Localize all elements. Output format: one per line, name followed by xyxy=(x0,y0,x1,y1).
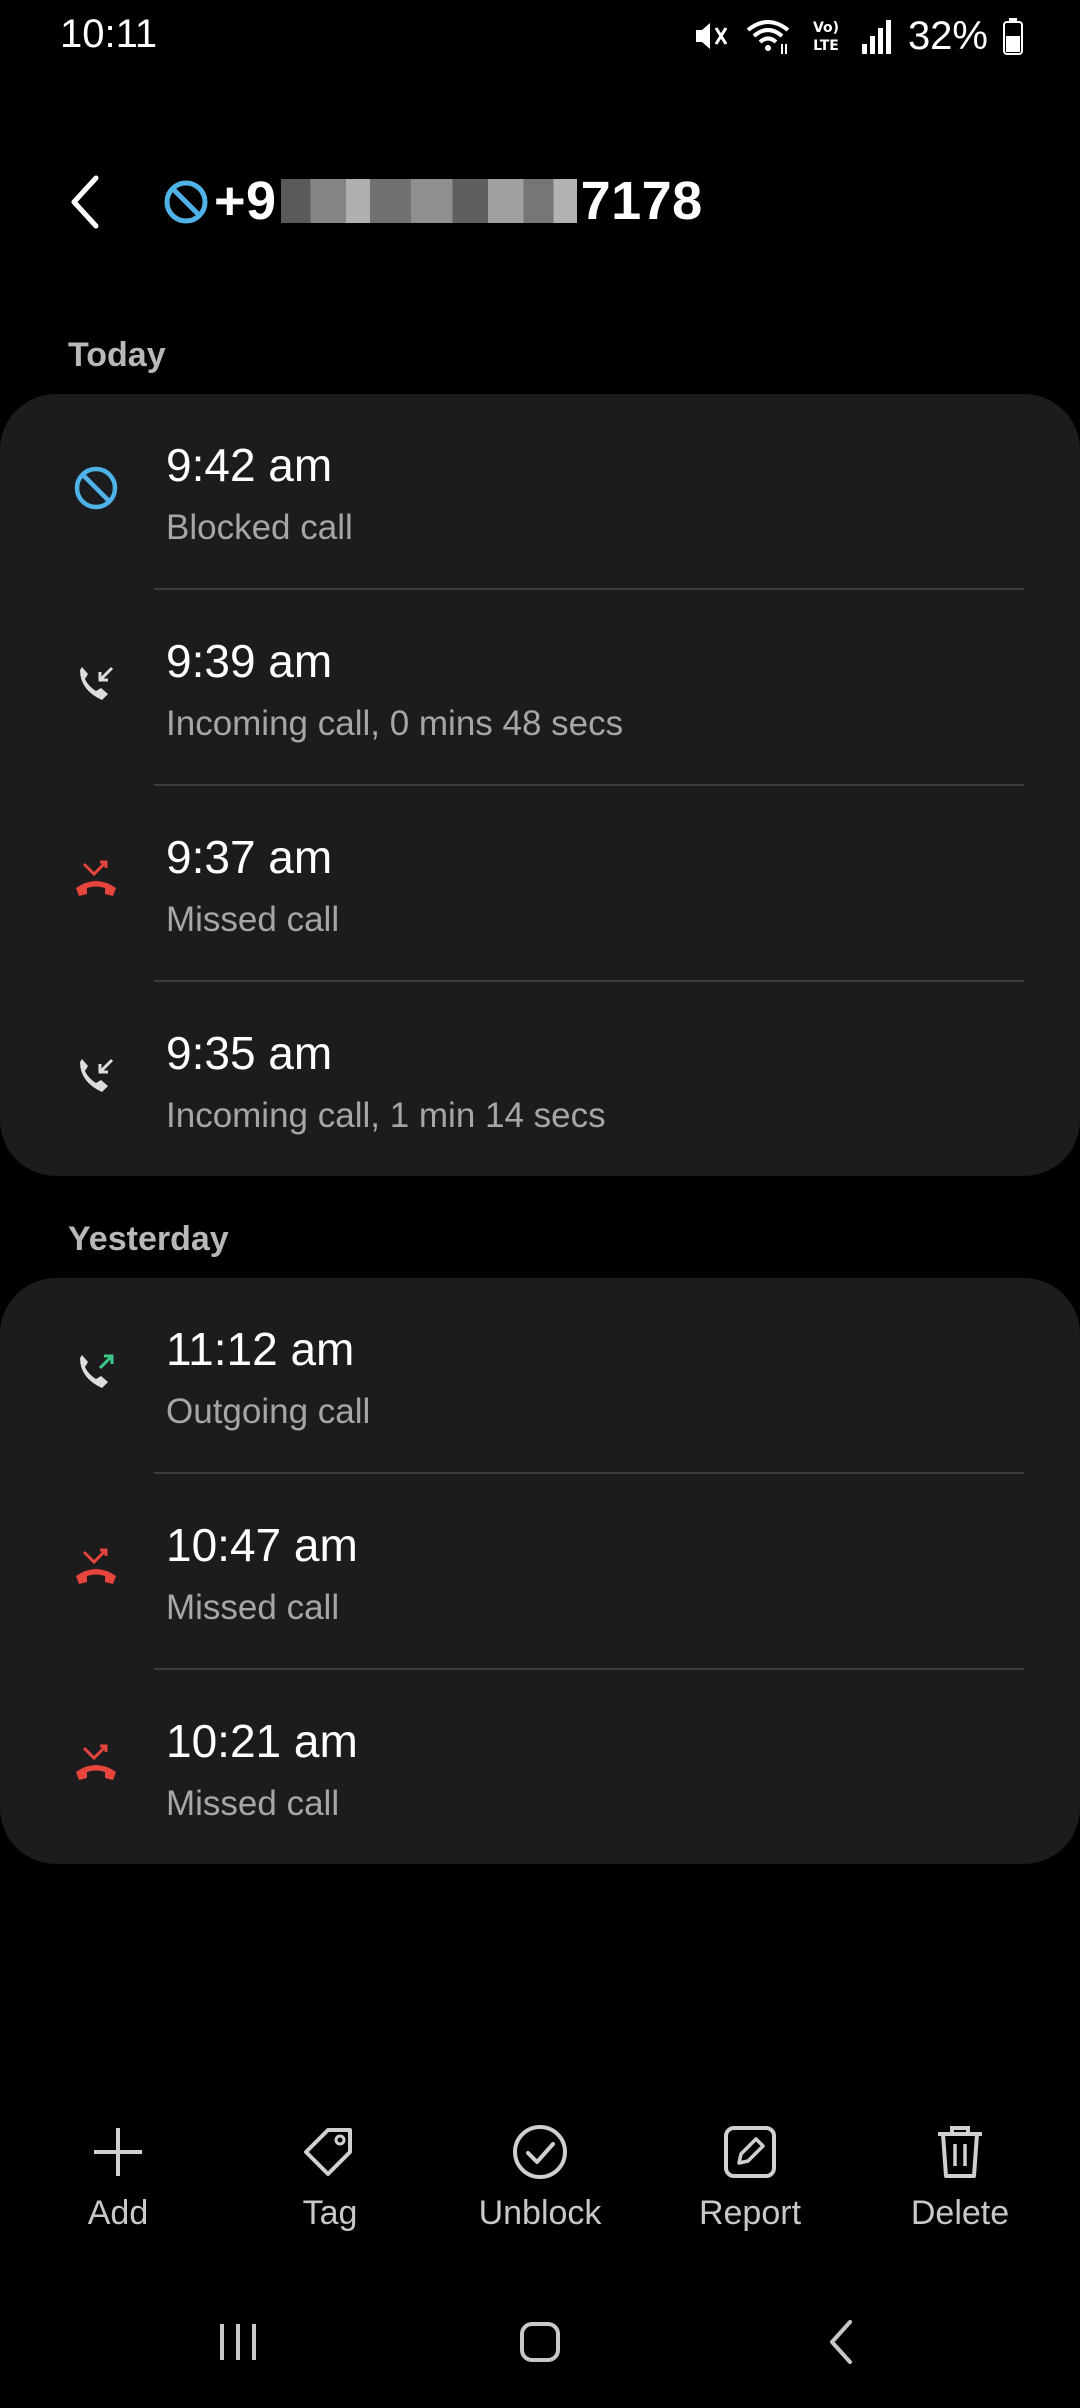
call-row[interactable]: 9:35 am Incoming call, 1 min 14 secs xyxy=(0,982,1080,1178)
header: +9 7178 xyxy=(0,150,1080,254)
unblock-button[interactable]: Unblock xyxy=(450,2120,630,2233)
navigation-bar xyxy=(0,2300,1080,2380)
call-detail: Missed call xyxy=(166,900,340,939)
action-bar: Add Tag Unblock Report Delete xyxy=(0,2120,1080,2260)
incoming-call-icon xyxy=(72,1052,120,1100)
call-row[interactable]: 9:42 am Blocked call xyxy=(0,394,1080,590)
call-time: 10:47 am xyxy=(166,1519,358,1571)
add-button[interactable]: Add xyxy=(28,2120,208,2233)
signal-icon xyxy=(860,16,894,56)
delete-label: Delete xyxy=(910,2194,1010,2232)
blocked-call-icon xyxy=(72,464,120,512)
add-label: Add xyxy=(87,2194,149,2232)
status-time: 10:11 xyxy=(60,12,158,56)
section-title-today: Today xyxy=(68,336,166,374)
call-detail: Outgoing call xyxy=(166,1392,371,1431)
call-time: 9:42 am xyxy=(166,439,333,491)
wifi-icon xyxy=(744,16,792,56)
tag-icon xyxy=(298,2120,362,2184)
status-bar: 10:11 Vo) LTE 32% xyxy=(0,0,1080,72)
battery-percentage: 32% xyxy=(907,13,988,58)
unblock-label: Unblock xyxy=(478,2194,602,2232)
phone-number-prefix: +9 xyxy=(214,171,277,231)
blocked-icon xyxy=(162,178,210,231)
volte-icon: Vo) LTE xyxy=(806,16,846,56)
call-row[interactable]: 10:47 am Missed call xyxy=(0,1474,1080,1670)
call-row[interactable]: 9:39 am Incoming call, 0 mins 48 secs xyxy=(0,590,1080,786)
battery-icon xyxy=(1002,16,1024,56)
call-time: 11:12 am xyxy=(166,1323,355,1375)
home-icon xyxy=(520,2322,560,2362)
call-list-today: 9:42 am Blocked call 9:39 am Incoming ca… xyxy=(0,394,1080,1176)
call-time: 10:21 am xyxy=(166,1715,358,1767)
missed-call-icon xyxy=(72,1740,120,1788)
outgoing-call-icon xyxy=(72,1348,120,1396)
recents-button[interactable] xyxy=(198,2310,278,2374)
missed-call-icon xyxy=(72,1544,120,1592)
report-icon xyxy=(718,2120,782,2184)
phone-number-suffix: 7178 xyxy=(580,171,703,231)
plus-icon xyxy=(86,2120,150,2184)
mute-icon xyxy=(690,16,730,56)
call-time: 9:37 am xyxy=(166,831,333,883)
back-icon xyxy=(830,2320,852,2364)
check-circle-icon xyxy=(508,2120,572,2184)
call-detail: Missed call xyxy=(166,1784,340,1823)
phone-number: +9 7178 xyxy=(214,168,703,234)
call-detail: Incoming call, 1 min 14 secs xyxy=(166,1096,606,1135)
svg-text:LTE: LTE xyxy=(813,38,839,54)
recents-icon xyxy=(220,2324,256,2360)
missed-call-icon xyxy=(72,856,120,904)
nav-back-button[interactable] xyxy=(802,2310,882,2374)
call-row[interactable]: 10:21 am Missed call xyxy=(0,1670,1080,1866)
call-detail: Missed call xyxy=(166,1588,340,1627)
svg-text:Vo): Vo) xyxy=(813,20,839,36)
call-detail: Incoming call, 0 mins 48 secs xyxy=(166,704,624,743)
redacted-digits xyxy=(280,179,577,223)
delete-button[interactable]: Delete xyxy=(870,2120,1050,2233)
back-icon xyxy=(71,175,99,229)
tag-button[interactable]: Tag xyxy=(240,2120,420,2233)
status-icons: Vo) LTE 32% xyxy=(690,14,1024,58)
tag-label: Tag xyxy=(302,2194,358,2232)
call-row[interactable]: 11:12 am Outgoing call xyxy=(0,1278,1080,1474)
report-label: Report xyxy=(698,2194,802,2232)
call-list-yesterday: 11:12 am Outgoing call 10:47 am Missed c… xyxy=(0,1278,1080,1864)
report-button[interactable]: Report xyxy=(660,2120,840,2233)
home-button[interactable] xyxy=(500,2310,580,2374)
call-detail: Blocked call xyxy=(166,508,353,547)
back-button[interactable] xyxy=(56,172,116,232)
section-title-yesterday: Yesterday xyxy=(68,1220,229,1258)
trash-icon xyxy=(928,2120,992,2184)
call-time: 9:35 am xyxy=(166,1027,333,1079)
call-time: 9:39 am xyxy=(166,635,333,687)
incoming-call-icon xyxy=(72,660,120,708)
call-row[interactable]: 9:37 am Missed call xyxy=(0,786,1080,982)
